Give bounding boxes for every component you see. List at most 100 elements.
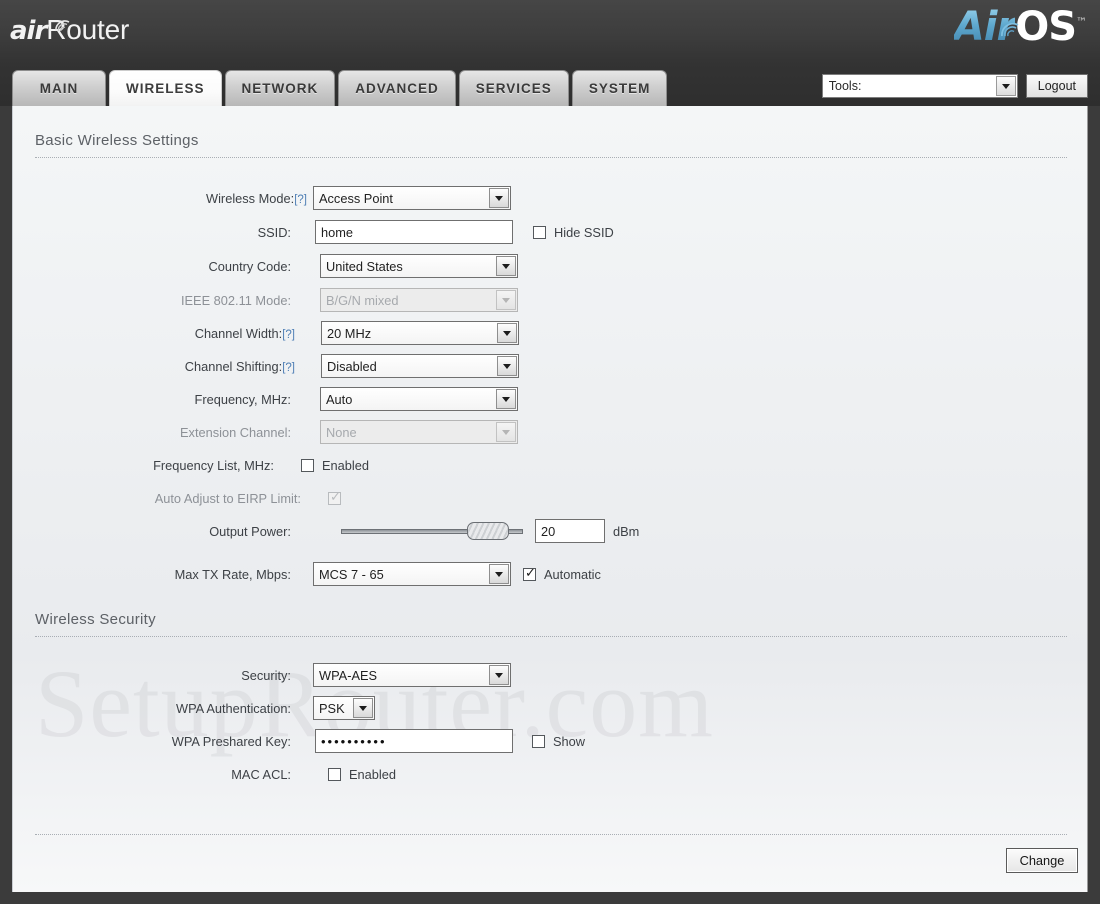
field-row-wpa-authentication: WPA Authentication: PSK	[13, 695, 1087, 721]
help-link-wireless-mode[interactable]: [?]	[294, 194, 307, 206]
label-channel-shifting-text: Channel Shifting:	[184, 358, 283, 374]
brand-airrouter: airRouter	[10, 14, 129, 46]
logout-button-label: Logout	[1037, 79, 1076, 93]
select-channel-width-value: 20 MHz	[327, 325, 372, 341]
section-divider-footer	[35, 834, 1067, 835]
label-channel-width-text: Channel Width:	[194, 325, 283, 341]
field-row-wireless-mode: Wireless Mode:[?] Access Point	[13, 185, 1087, 211]
field-row-mac-acl: MAC ACL: Enabled	[13, 761, 1087, 787]
checkbox-automatic-tx-rate[interactable]: ✓ Automatic	[523, 567, 601, 582]
tab-advanced[interactable]: ADVANCED	[338, 70, 456, 106]
label-channel-width: Channel Width:[?]	[195, 326, 295, 341]
select-max-tx-rate[interactable]: MCS 7 - 65	[313, 562, 511, 586]
airos-wifi-waves-icon	[1000, 2, 1022, 37]
field-row-channel-width: Channel Width:[?] 20 MHz	[13, 320, 1087, 346]
tab-services-label: SERVICES	[475, 81, 552, 96]
select-security[interactable]: WPA-AES	[313, 663, 511, 687]
input-wpa-preshared-key[interactable]: ••••••••••	[315, 729, 513, 753]
tab-advanced-label: ADVANCED	[355, 81, 439, 96]
checkbox-show-key[interactable]: Show	[532, 734, 585, 749]
checkbox-box-hide-ssid[interactable]	[533, 225, 546, 239]
label-frequency-list: Frequency List, MHz:	[153, 457, 274, 473]
chevron-down-icon[interactable]	[497, 356, 517, 376]
label-max-tx-rate: Max TX Rate, Mbps:	[174, 566, 291, 582]
tab-wireless[interactable]: WIRELESS	[109, 70, 222, 106]
label-output-power: Output Power:	[209, 523, 291, 539]
label-wireless-mode-text: Wireless Mode:	[206, 190, 295, 206]
checkbox-label-mac-acl: Enabled	[349, 766, 396, 782]
checkbox-frequency-list[interactable]: Enabled	[301, 458, 369, 473]
airos-router-admin-page: airRouter AirOS™ MAIN WIRELESS NETWORK A…	[0, 0, 1100, 904]
checkbox-box-automatic-tx-rate[interactable]: ✓	[523, 567, 536, 581]
chevron-down-icon	[496, 290, 516, 310]
select-extension-channel: None	[320, 420, 518, 444]
select-wireless-mode-value: Access Point	[319, 190, 393, 206]
tab-network-label: NETWORK	[241, 81, 319, 96]
slider-output-power[interactable]	[341, 519, 523, 543]
field-row-security: Security: WPA-AES	[13, 662, 1087, 688]
select-frequency-value: Auto	[326, 391, 353, 407]
select-wireless-mode[interactable]: Access Point	[313, 186, 511, 210]
checkbox-box-show-key[interactable]	[532, 734, 545, 748]
select-max-tx-rate-value: MCS 7 - 65	[319, 566, 384, 582]
select-frequency[interactable]: Auto	[320, 387, 518, 411]
chevron-down-icon[interactable]	[489, 564, 509, 584]
label-ssid: SSID:	[257, 224, 291, 240]
select-channel-shifting-value: Disabled	[327, 358, 377, 374]
select-wpa-authentication[interactable]: PSK	[313, 696, 375, 720]
tab-main[interactable]: MAIN	[12, 70, 106, 106]
field-row-ieee-mode: IEEE 802.11 Mode: B/G/N mixed	[13, 287, 1087, 313]
label-mac-acl: MAC ACL:	[231, 766, 291, 782]
chevron-down-icon[interactable]	[995, 76, 1016, 96]
tab-network[interactable]: NETWORK	[224, 70, 336, 106]
select-wpa-authentication-value: PSK	[319, 700, 345, 716]
field-row-max-tx-rate: Max TX Rate, Mbps: MCS 7 - 65 ✓ Automati…	[13, 561, 1087, 587]
tab-main-label: MAIN	[39, 81, 79, 96]
tab-services[interactable]: SERVICES	[458, 70, 569, 106]
input-output-power[interactable]: 20	[535, 519, 605, 543]
chevron-down-icon[interactable]	[496, 256, 516, 276]
content-panel: SetupRouter.com Basic Wireless Settings …	[12, 106, 1088, 892]
select-channel-width[interactable]: 20 MHz	[321, 321, 519, 345]
select-ieee-mode: B/G/N mixed	[320, 288, 518, 312]
label-wpa-preshared-key: WPA Preshared Key:	[171, 733, 291, 749]
label-country-code: Country Code:	[208, 258, 291, 274]
field-row-extension-channel: Extension Channel: None	[13, 419, 1087, 445]
help-link-channel-width[interactable]: [?]	[282, 329, 295, 341]
tools-dropdown-value: Tools:	[828, 79, 862, 93]
chevron-down-icon[interactable]	[496, 389, 516, 409]
change-button[interactable]: Change	[1006, 848, 1078, 873]
checkbox-box-mac-acl[interactable]	[328, 767, 341, 781]
select-security-value: WPA-AES	[319, 667, 378, 683]
checkbox-mac-acl[interactable]: Enabled	[328, 767, 396, 782]
select-channel-shifting[interactable]: Disabled	[321, 354, 519, 378]
field-row-channel-shifting: Channel Shifting:[?] Disabled	[13, 353, 1087, 379]
chevron-down-icon[interactable]	[353, 698, 373, 718]
logout-button[interactable]: Logout	[1025, 74, 1088, 98]
help-link-channel-shifting[interactable]: [?]	[282, 362, 295, 374]
header-actions: Tools: Logout	[821, 74, 1088, 98]
slider-thumb-output-power[interactable]	[467, 522, 509, 540]
chevron-down-icon[interactable]	[489, 188, 509, 208]
change-button-label: Change	[1019, 853, 1065, 868]
checkbox-label-show-key: Show	[553, 733, 586, 749]
field-row-frequency: Frequency, MHz: Auto	[13, 386, 1087, 412]
airos-logo: AirOS™	[954, 2, 1087, 50]
wifi-waves-icon	[54, 9, 72, 32]
tab-system[interactable]: SYSTEM	[571, 70, 668, 106]
checkbox-box-eirp-limit: ✓	[328, 489, 341, 505]
checkbox-box-frequency-list[interactable]	[301, 458, 314, 472]
checkbox-label-frequency-list: Enabled	[322, 457, 369, 473]
label-wireless-mode: Wireless Mode:[?]	[206, 191, 307, 206]
label-eirp-limit: Auto Adjust to EIRP Limit:	[154, 490, 301, 506]
chevron-down-icon	[496, 422, 516, 442]
tools-dropdown[interactable]: Tools:	[821, 74, 1018, 98]
select-country-code[interactable]: United States	[320, 254, 518, 278]
chevron-down-icon[interactable]	[489, 665, 509, 685]
select-extension-channel-value: None	[326, 424, 357, 440]
label-extension-channel: Extension Channel:	[180, 424, 291, 440]
checkbox-hide-ssid[interactable]: Hide SSID	[533, 225, 614, 240]
input-ssid[interactable]: home	[315, 220, 513, 244]
chevron-down-icon[interactable]	[497, 323, 517, 343]
section-title-basic-wireless: Basic Wireless Settings	[35, 132, 199, 149]
